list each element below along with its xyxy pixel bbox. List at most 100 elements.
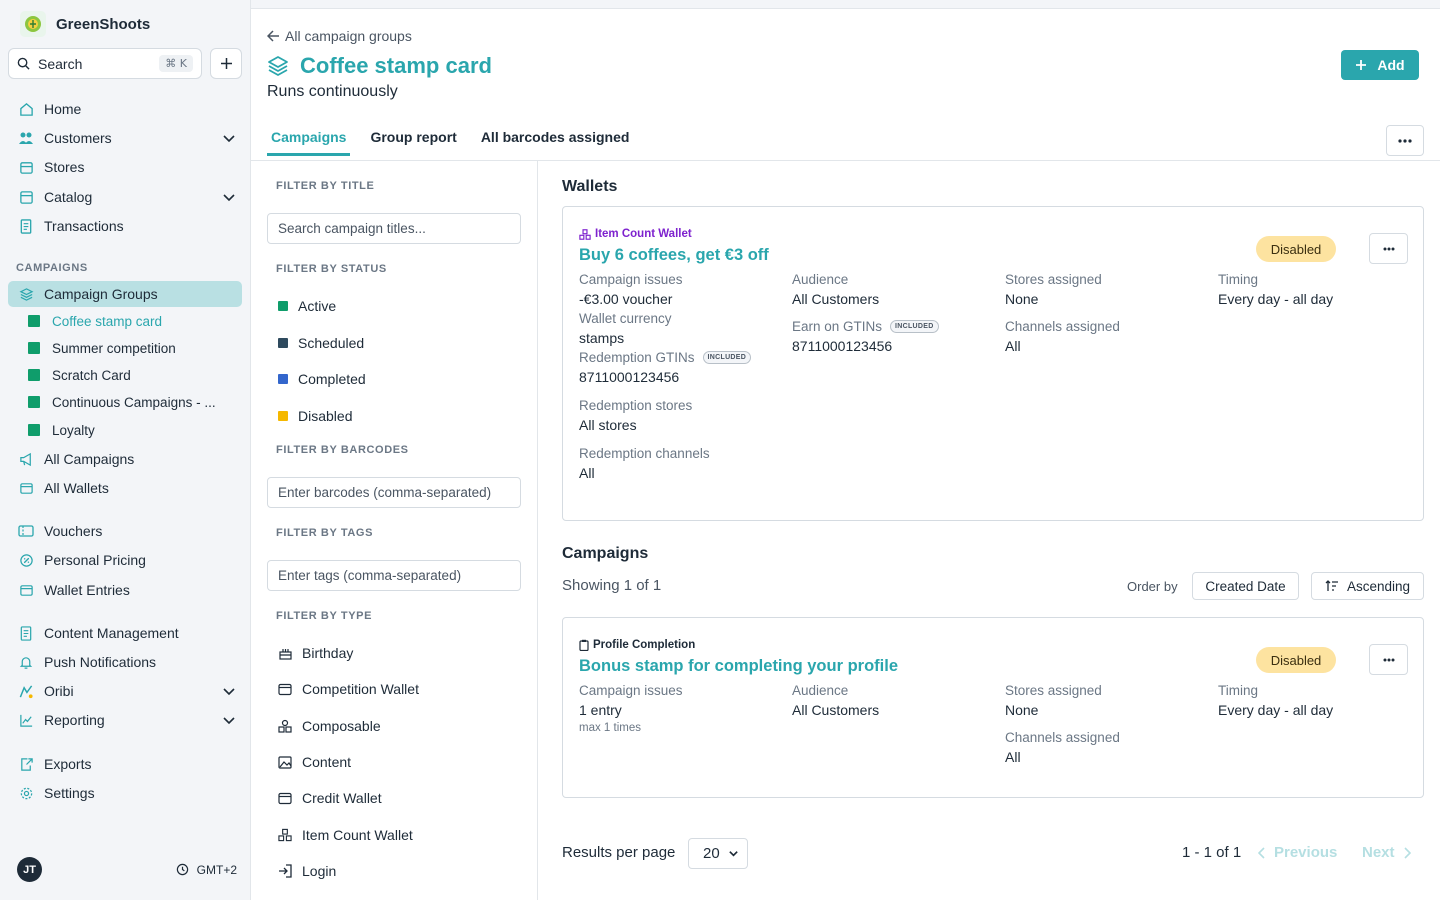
sidebar-group-continuous-campaigns[interactable]: Continuous Campaigns - ... <box>28 391 242 413</box>
type-filter-competition-wallet[interactable]: Competition Wallet <box>278 681 419 697</box>
filter-tags-label: FILTER BY TAGS <box>276 527 374 539</box>
field-key: Channels assigned <box>1005 319 1120 334</box>
order-by-label: Order by <box>1127 579 1178 594</box>
sidebar-item-home[interactable]: Home <box>8 96 242 122</box>
campaign-title-search-input[interactable]: Search campaign titles... <box>267 213 521 244</box>
sidebar-item-transactions[interactable]: Transactions <box>8 213 242 239</box>
order-direction-label: Ascending <box>1346 578 1411 594</box>
included-badge: INCLUDED <box>702 351 752 364</box>
sidebar-item-reporting[interactable]: Reporting <box>8 707 242 733</box>
included-badge: INCLUDED <box>890 320 939 333</box>
field-channels-assigned: Channels assigned All <box>1005 319 1120 354</box>
chevron-down-icon <box>728 848 739 859</box>
sidebar-item-catalog[interactable]: Catalog <box>8 184 242 210</box>
sidebar-item-push-notifications[interactable]: Push Notifications <box>8 649 242 675</box>
back-link[interactable]: All campaign groups <box>267 28 412 44</box>
status-square <box>28 396 40 408</box>
sidebar-item-campaign-groups[interactable]: Campaign Groups <box>8 281 242 307</box>
filter-title-label: FILTER BY TITLE <box>276 180 375 192</box>
sidebar-group-summer-competition[interactable]: Summer competition <box>28 337 242 359</box>
tab-bar: Campaigns Group report All barcodes assi… <box>266 129 630 156</box>
ellipsis-icon <box>1398 138 1412 143</box>
user-row: JT GMT+2 <box>17 857 237 882</box>
sort-ascending-icon <box>1325 580 1339 592</box>
type-filter-composable[interactable]: Composable <box>278 718 381 734</box>
sidebar-item-label: All Wallets <box>44 480 109 496</box>
filter-status-label: FILTER BY STATUS <box>276 263 387 275</box>
order-field-select[interactable]: Created Date <box>1192 572 1299 600</box>
section-label-campaigns: CAMPAIGNS <box>16 262 88 274</box>
chevron-down-icon[interactable] <box>222 131 236 145</box>
avatar[interactable]: JT <box>17 857 42 882</box>
campaign-title[interactable]: Bonus stamp for completing your profile <box>579 657 898 676</box>
tab-campaigns[interactable]: Campaigns <box>266 129 351 156</box>
card-more-button[interactable] <box>1369 644 1408 675</box>
type-filter-birthday[interactable]: Birthday <box>278 645 353 661</box>
login-icon <box>278 864 292 878</box>
field-key: Earn on GTINs INCLUDED <box>792 319 939 334</box>
status-square <box>28 424 40 436</box>
sidebar-item-vouchers[interactable]: Vouchers <box>8 518 242 544</box>
timezone-indicator[interactable]: GMT+2 <box>176 863 237 877</box>
brand[interactable]: GreenShoots <box>20 11 150 37</box>
type-filter-login[interactable]: Login <box>278 863 336 879</box>
sidebar-item-settings[interactable]: Settings <box>8 780 242 806</box>
sidebar-item-exports[interactable]: Exports <box>8 751 242 777</box>
create-button[interactable] <box>210 48 242 79</box>
type-filter-content[interactable]: Content <box>278 754 351 770</box>
megaphone-icon <box>18 451 34 467</box>
status-filter-disabled[interactable]: Disabled <box>278 408 352 424</box>
page-title-text: Coffee stamp card <box>300 53 492 78</box>
sidebar-group-loyalty[interactable]: Loyalty <box>28 419 242 441</box>
wallet-title[interactable]: Buy 6 coffees, get €3 off <box>579 246 769 265</box>
sidebar-item-oribi[interactable]: Oribi <box>8 678 242 704</box>
add-button[interactable]: Add <box>1341 50 1419 80</box>
type-filter-credit-wallet[interactable]: Credit Wallet <box>278 790 382 806</box>
tab-group-report[interactable]: Group report <box>370 129 456 156</box>
boxes-icon <box>278 828 292 842</box>
chevron-down-icon[interactable] <box>222 684 236 698</box>
sidebar-group-scratch-card[interactable]: Scratch Card <box>28 364 242 386</box>
field-campaign-issues: Campaign issues -€3.00 voucher <box>579 272 683 307</box>
back-link-label: All campaign groups <box>285 28 412 44</box>
wallet-icon <box>278 792 292 805</box>
sidebar-group-coffee-stamp-card[interactable]: Coffee stamp card <box>28 310 242 332</box>
tags-input[interactable]: Enter tags (comma-separated) <box>267 560 521 591</box>
campaign-card[interactable]: Profile Completion Bonus stamp for compl… <box>562 617 1424 798</box>
results-per-page-select[interactable]: 20 <box>688 838 748 869</box>
field-key: Wallet currency <box>579 311 672 326</box>
order-direction-button[interactable]: Ascending <box>1311 572 1424 600</box>
more-options-button[interactable] <box>1386 125 1424 156</box>
sidebar-item-customers[interactable]: Customers <box>8 125 242 151</box>
search-label: Search <box>38 55 83 72</box>
sidebar-item-content-management[interactable]: Content Management <box>8 620 242 646</box>
status-filter-active[interactable]: Active <box>278 298 336 314</box>
status-filter-label: Completed <box>298 371 366 387</box>
wallet-card[interactable]: Item Count Wallet Buy 6 coffees, get €3 … <box>562 206 1424 521</box>
field-key: Channels assigned <box>1005 730 1120 745</box>
field-key: Campaign issues <box>579 272 683 287</box>
sidebar-item-all-wallets[interactable]: All Wallets <box>8 475 242 501</box>
card-more-button[interactable] <box>1369 233 1408 264</box>
sidebar-item-label: Transactions <box>44 218 124 234</box>
catalog-icon <box>18 189 34 205</box>
next-page-button[interactable]: Next <box>1362 844 1411 861</box>
sidebar-group-label: Summer competition <box>52 340 176 356</box>
barcodes-input[interactable]: Enter barcodes (comma-separated) <box>267 477 521 508</box>
sidebar-item-all-campaigns[interactable]: All Campaigns <box>8 446 242 472</box>
field-value: -€3.00 voucher <box>579 291 673 307</box>
tab-all-barcodes[interactable]: All barcodes assigned <box>481 129 630 156</box>
sidebar-item-personal-pricing[interactable]: Personal Pricing <box>8 547 242 573</box>
sidebar-item-label: Settings <box>44 785 95 801</box>
field-value: None <box>1005 702 1039 718</box>
chevron-down-icon[interactable] <box>222 190 236 204</box>
status-filter-completed[interactable]: Completed <box>278 371 366 387</box>
sidebar-item-stores[interactable]: Stores <box>8 154 242 180</box>
previous-page-button[interactable]: Previous <box>1258 844 1337 861</box>
chevron-down-icon[interactable] <box>222 713 236 727</box>
search-input[interactable]: Search ⌘ K <box>8 48 202 79</box>
sidebar-item-wallet-entries[interactable]: Wallet Entries <box>8 577 242 603</box>
main-panel: All campaign groups Coffee stamp card Ru… <box>251 8 1440 900</box>
status-filter-scheduled[interactable]: Scheduled <box>278 335 364 351</box>
type-filter-item-count-wallet[interactable]: Item Count Wallet <box>278 827 413 843</box>
